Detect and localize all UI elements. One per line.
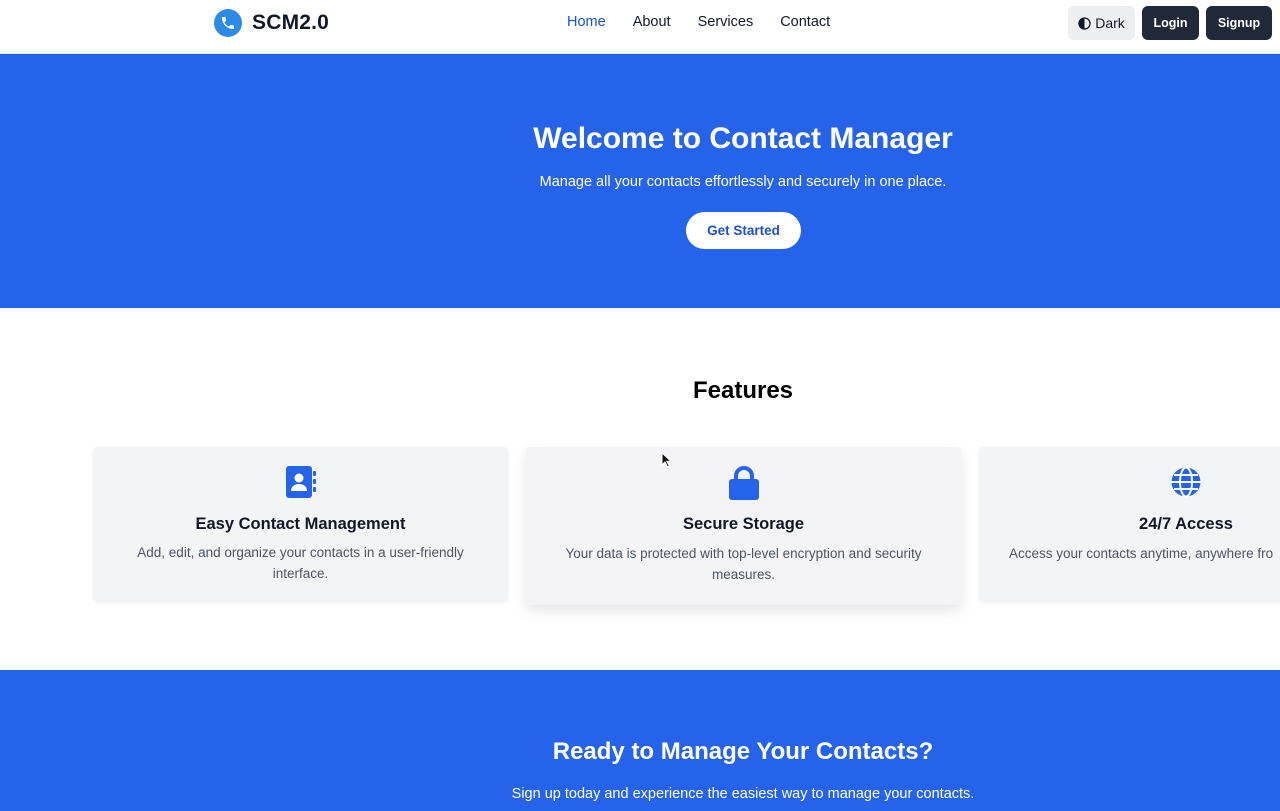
feature-card-secure-storage: Secure Storage Your data is protected wi…: [526, 447, 961, 605]
phone-icon: [214, 9, 242, 37]
cta-section: Ready to Manage Your Contacts? Sign up t…: [0, 670, 1280, 811]
get-started-button[interactable]: Get Started: [686, 212, 801, 249]
theme-toggle-label: Dark: [1095, 15, 1125, 31]
feature-card-access: 24/7 Access Access your contacts anytime…: [979, 447, 1280, 602]
feature-title: Easy Contact Management: [195, 515, 406, 533]
lock-icon: [728, 466, 759, 500]
cta-subtitle: Sign up today and experience the easiest…: [511, 786, 975, 802]
features-title: Features: [692, 377, 794, 404]
nav-link-contact[interactable]: Contact: [780, 14, 830, 30]
half-circle-icon: [1078, 16, 1091, 30]
feature-text: Add, edit, and organize your contacts in…: [137, 545, 464, 581]
navbar: SCM2.0 Home About Services Contact Dark …: [0, 0, 1280, 54]
feature-card-contact-management: Easy Contact Management Add, edit, and o…: [93, 447, 508, 602]
nav-link-about[interactable]: About: [633, 14, 671, 30]
nav-link-home[interactable]: Home: [567, 14, 606, 30]
globe-icon: [1171, 466, 1201, 498]
feature-title: Secure Storage: [682, 515, 805, 533]
cta-title: Ready to Manage Your Contacts?: [552, 738, 934, 765]
nav-link-services[interactable]: Services: [698, 14, 754, 30]
login-button[interactable]: Login: [1142, 6, 1199, 40]
hero-title: Welcome to Contact Manager: [533, 122, 953, 155]
nav-links: Home About Services Contact: [567, 14, 857, 30]
signup-button[interactable]: Signup: [1206, 6, 1272, 40]
address-book-icon: [285, 466, 316, 498]
feature-text: Access your contacts anytime, anywhere f…: [1009, 546, 1274, 561]
hero-subtitle: Manage all your contacts effortlessly an…: [539, 174, 947, 190]
theme-toggle-button[interactable]: Dark: [1068, 6, 1135, 40]
brand[interactable]: SCM2.0: [214, 9, 329, 37]
feature-title: 24/7 Access: [1139, 515, 1233, 533]
feature-text: Your data is protected with top-level en…: [565, 546, 922, 582]
brand-name: SCM2.0: [252, 11, 330, 34]
hero-section: Welcome to Contact Manager Manage all yo…: [0, 54, 1280, 308]
mouse-cursor-icon: [661, 452, 673, 468]
